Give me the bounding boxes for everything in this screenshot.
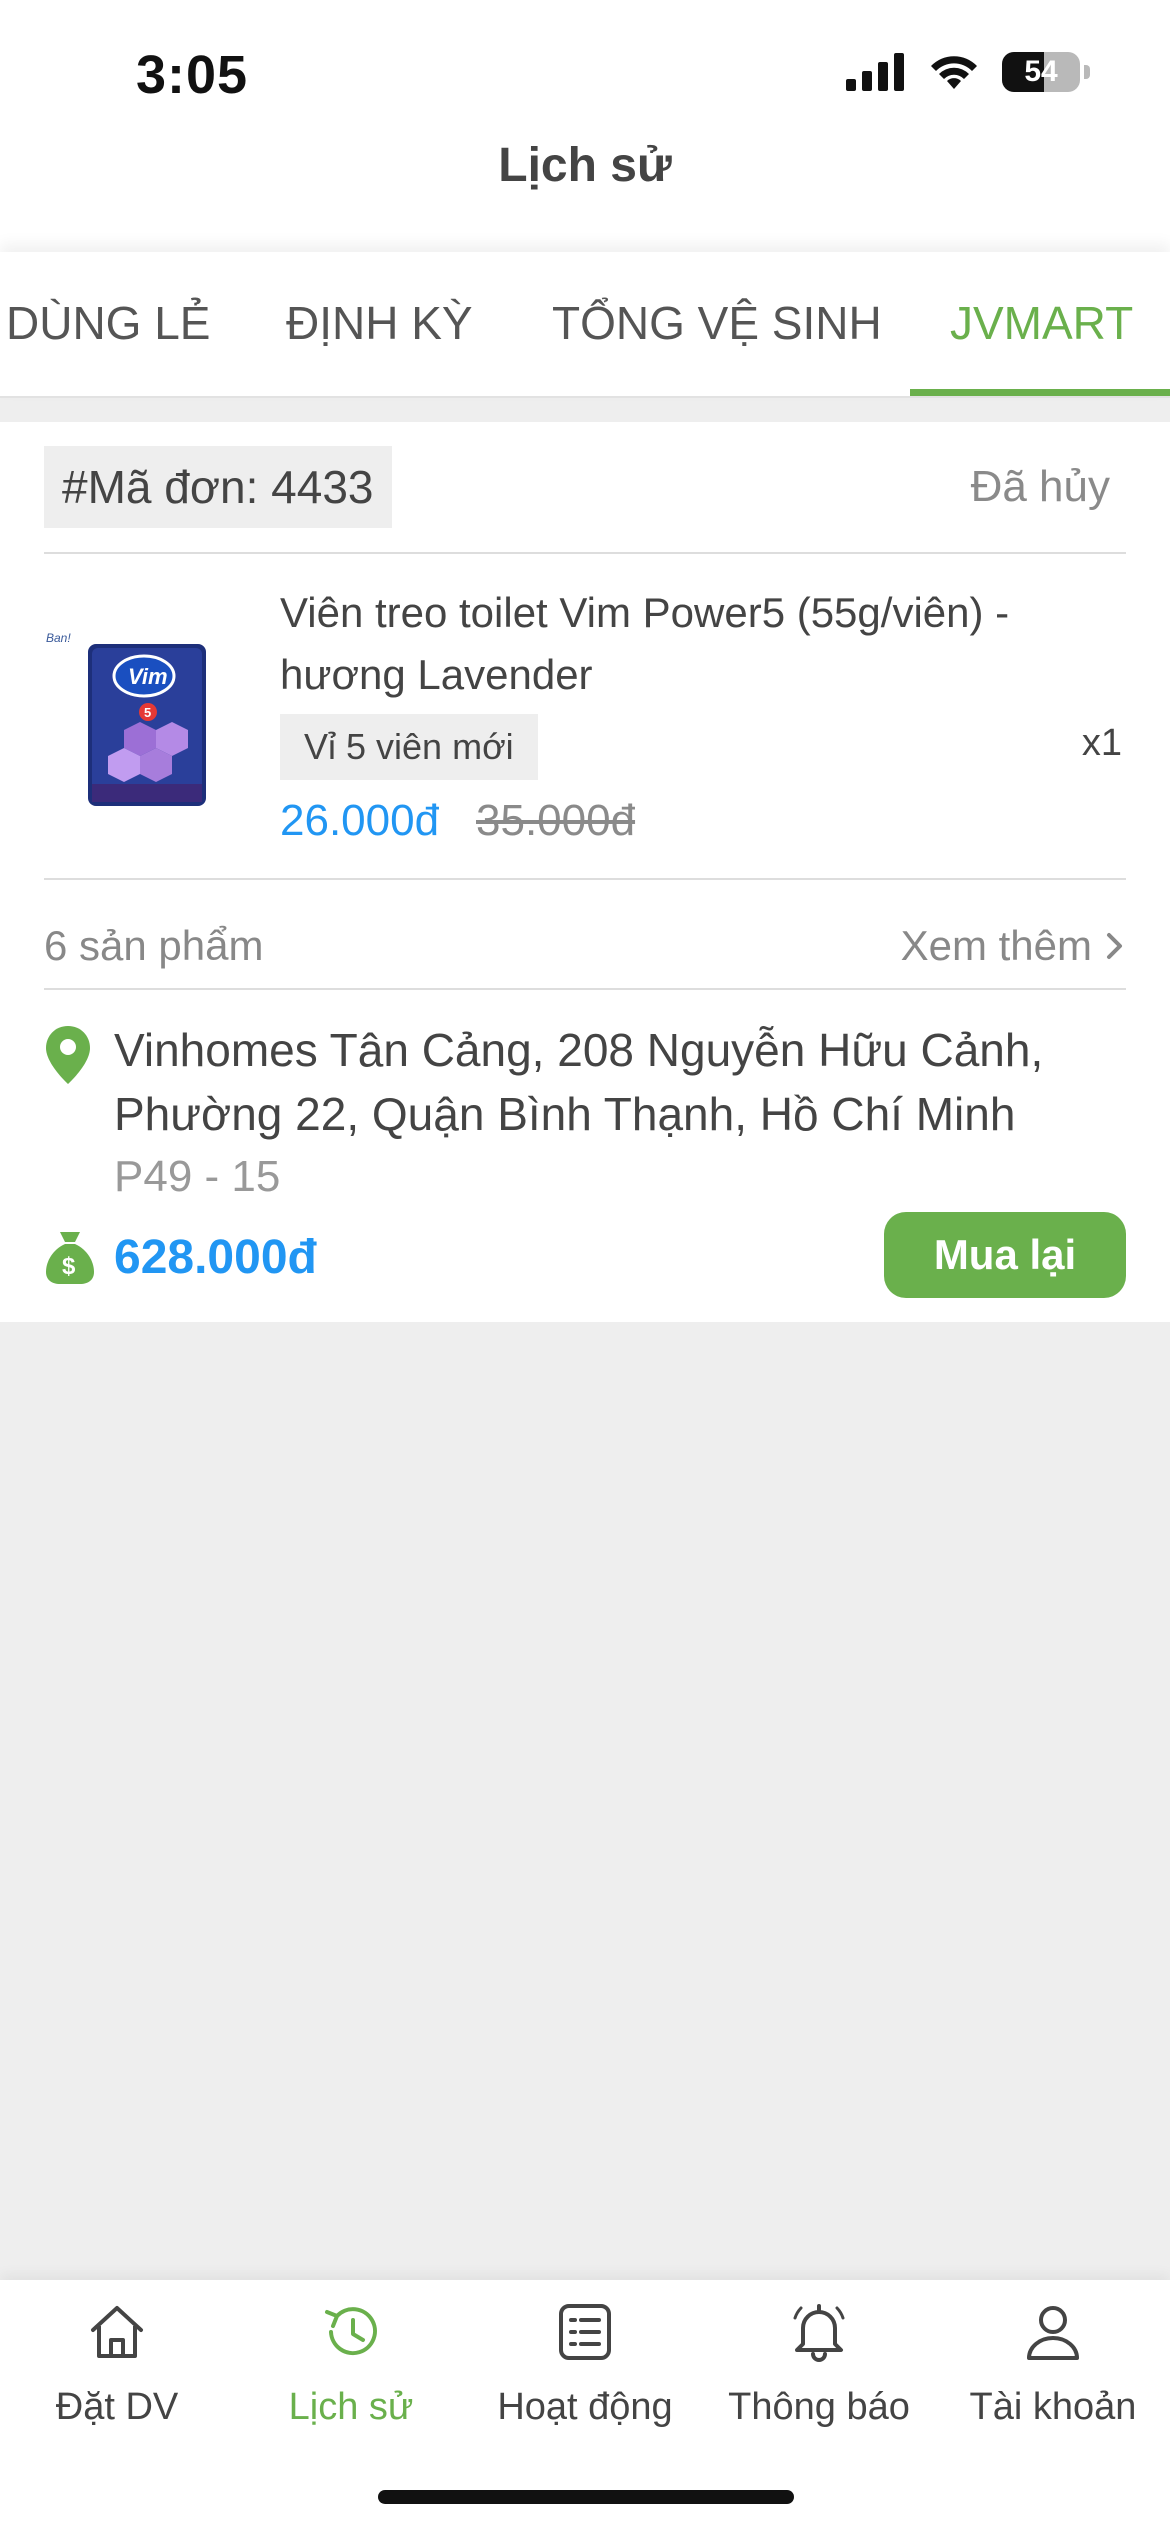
product-old-price: 35.000đ bbox=[476, 796, 636, 845]
nav-lich-su[interactable]: Lịch sử bbox=[234, 2300, 468, 2429]
list-icon bbox=[559, 2304, 611, 2360]
location-pin-icon bbox=[46, 1026, 90, 1084]
product-quantity: x1 bbox=[1081, 722, 1122, 764]
status-time: 3:05 bbox=[136, 45, 249, 105]
nav-label: Thông báo bbox=[728, 2386, 910, 2428]
order-type-tabs: DÙNG LẺ ĐỊNH KỲ TỔNG VỆ SINH JVMART bbox=[0, 252, 1170, 398]
status-bar: 3:05 54 bbox=[0, 0, 1170, 140]
app-header: Lịch sử bbox=[0, 120, 1170, 252]
home-icon bbox=[91, 2306, 143, 2358]
see-more-link[interactable]: Xem thêm bbox=[901, 922, 1126, 970]
bell-icon bbox=[793, 2304, 845, 2362]
svg-text:5: 5 bbox=[144, 705, 151, 720]
svg-text:$: $ bbox=[62, 1253, 76, 1280]
page-title: Lịch sử bbox=[498, 139, 672, 192]
product-count-row: 6 sản phẩm Xem thêm bbox=[44, 908, 1126, 988]
nav-hoat-dong[interactable]: Hoạt động bbox=[468, 2300, 702, 2429]
wifi-icon bbox=[931, 56, 977, 89]
product-image: Ban! Vim 5 bbox=[44, 618, 224, 818]
active-tab-indicator bbox=[910, 389, 1170, 396]
svg-text:Ban!: Ban! bbox=[46, 631, 71, 645]
tab-dung-le[interactable]: DÙNG LẺ bbox=[6, 296, 210, 350]
home-indicator[interactable] bbox=[378, 2490, 794, 2504]
battery-indicator: 54 bbox=[1002, 52, 1080, 92]
chevron-right-icon bbox=[1107, 933, 1122, 959]
user-icon bbox=[1027, 2306, 1079, 2360]
nav-label: Đặt DV bbox=[55, 2386, 179, 2428]
order-id: #Mã đơn: 4433 bbox=[44, 446, 392, 528]
divider bbox=[44, 988, 1126, 990]
nav-dat-dv[interactable]: Đặt DV bbox=[0, 2300, 234, 2429]
tab-jvmart[interactable]: JVMART bbox=[950, 296, 1133, 350]
cellular-signal-icon bbox=[846, 53, 904, 91]
tab-tong-ve-sinh[interactable]: TỔNG VỆ SINH bbox=[552, 296, 882, 350]
money-bag-icon: $ bbox=[46, 1232, 94, 1284]
history-icon bbox=[325, 2307, 377, 2356]
order-status: Đã hủy bbox=[970, 462, 1110, 511]
divider bbox=[44, 552, 1126, 554]
order-card[interactable]: #Mã đơn: 4433 Đã hủy Ban! Vim 5 Viên tre… bbox=[0, 422, 1170, 1322]
divider bbox=[44, 878, 1126, 880]
status-icons: 54 bbox=[846, 52, 1090, 92]
nav-thong-bao[interactable]: Thông báo bbox=[702, 2300, 936, 2429]
product-price: 26.000đ bbox=[280, 796, 440, 845]
nav-label: Hoạt động bbox=[497, 2386, 673, 2428]
see-more-label: Xem thêm bbox=[900, 922, 1092, 969]
room-number: P49 - 15 bbox=[114, 1152, 281, 1201]
order-total: 628.000đ bbox=[114, 1231, 317, 1284]
tab-dinh-ky[interactable]: ĐỊNH KỲ bbox=[286, 296, 473, 350]
nav-label: Tài khoản bbox=[969, 2386, 1137, 2428]
product-count: 6 sản phẩm bbox=[44, 922, 264, 969]
delivery-address: Vinhomes Tân Cảng, 208 Nguyễn Hữu Cảnh, … bbox=[114, 1024, 1044, 1140]
product-variant: Vỉ 5 viên mới bbox=[280, 714, 538, 780]
buy-again-button[interactable]: Mua lại bbox=[884, 1212, 1126, 1298]
battery-level: 54 bbox=[1024, 55, 1058, 88]
nav-tai-khoan[interactable]: Tài khoản bbox=[936, 2300, 1170, 2429]
svg-text:Vim: Vim bbox=[128, 664, 168, 689]
product-name: Viên treo toilet Vim Power5 (55g/viên) -… bbox=[280, 589, 1010, 698]
nav-label: Lịch sử bbox=[288, 2386, 414, 2428]
